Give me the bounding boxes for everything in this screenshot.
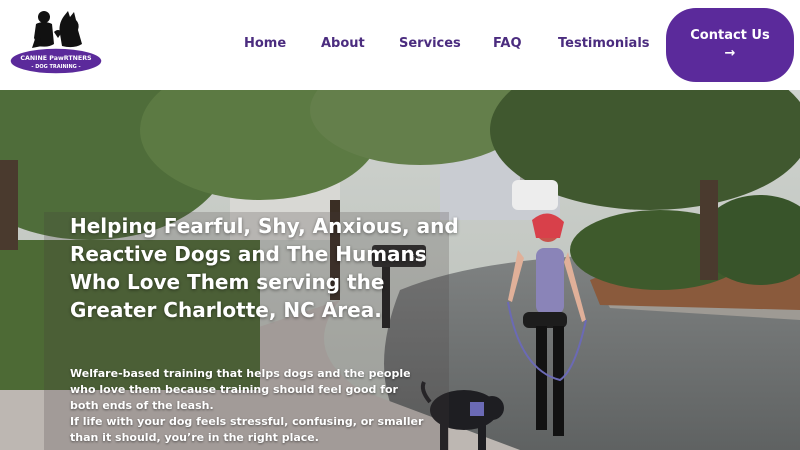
logo-line1: CANINE PawRTNERS	[20, 55, 92, 62]
nav-home[interactable]: Home	[244, 36, 286, 51]
dog-and-human-silhouette-icon	[32, 11, 82, 48]
logo[interactable]: CANINE PawRTNERS - DOG TRAINING -	[8, 8, 104, 76]
site-header: CANINE PawRTNERS - DOG TRAINING - Home A…	[0, 0, 800, 90]
nav-testimonials[interactable]: Testimonials	[558, 36, 650, 51]
contact-us-button[interactable]: Contact Us →	[666, 8, 794, 82]
nav-about[interactable]: About	[321, 36, 365, 51]
parked-car	[512, 180, 558, 210]
logo-line2: - DOG TRAINING -	[31, 64, 80, 70]
nav-services[interactable]: Services	[399, 36, 461, 51]
nav-faq[interactable]: FAQ	[493, 36, 522, 51]
hero-section: 530 Helping Fearful, Shy, Anxious, and R…	[0, 90, 800, 450]
hero-paragraph-1: Welfare-based training that helps dogs a…	[70, 367, 411, 412]
hero-paragraph-2: If life with your dog feels stressful, c…	[70, 415, 424, 444]
right-arrow-icon: →	[724, 46, 736, 61]
contact-us-label: Contact Us	[690, 28, 770, 43]
hero-title: Helping Fearful, Shy, Anxious, and React…	[70, 214, 459, 322]
